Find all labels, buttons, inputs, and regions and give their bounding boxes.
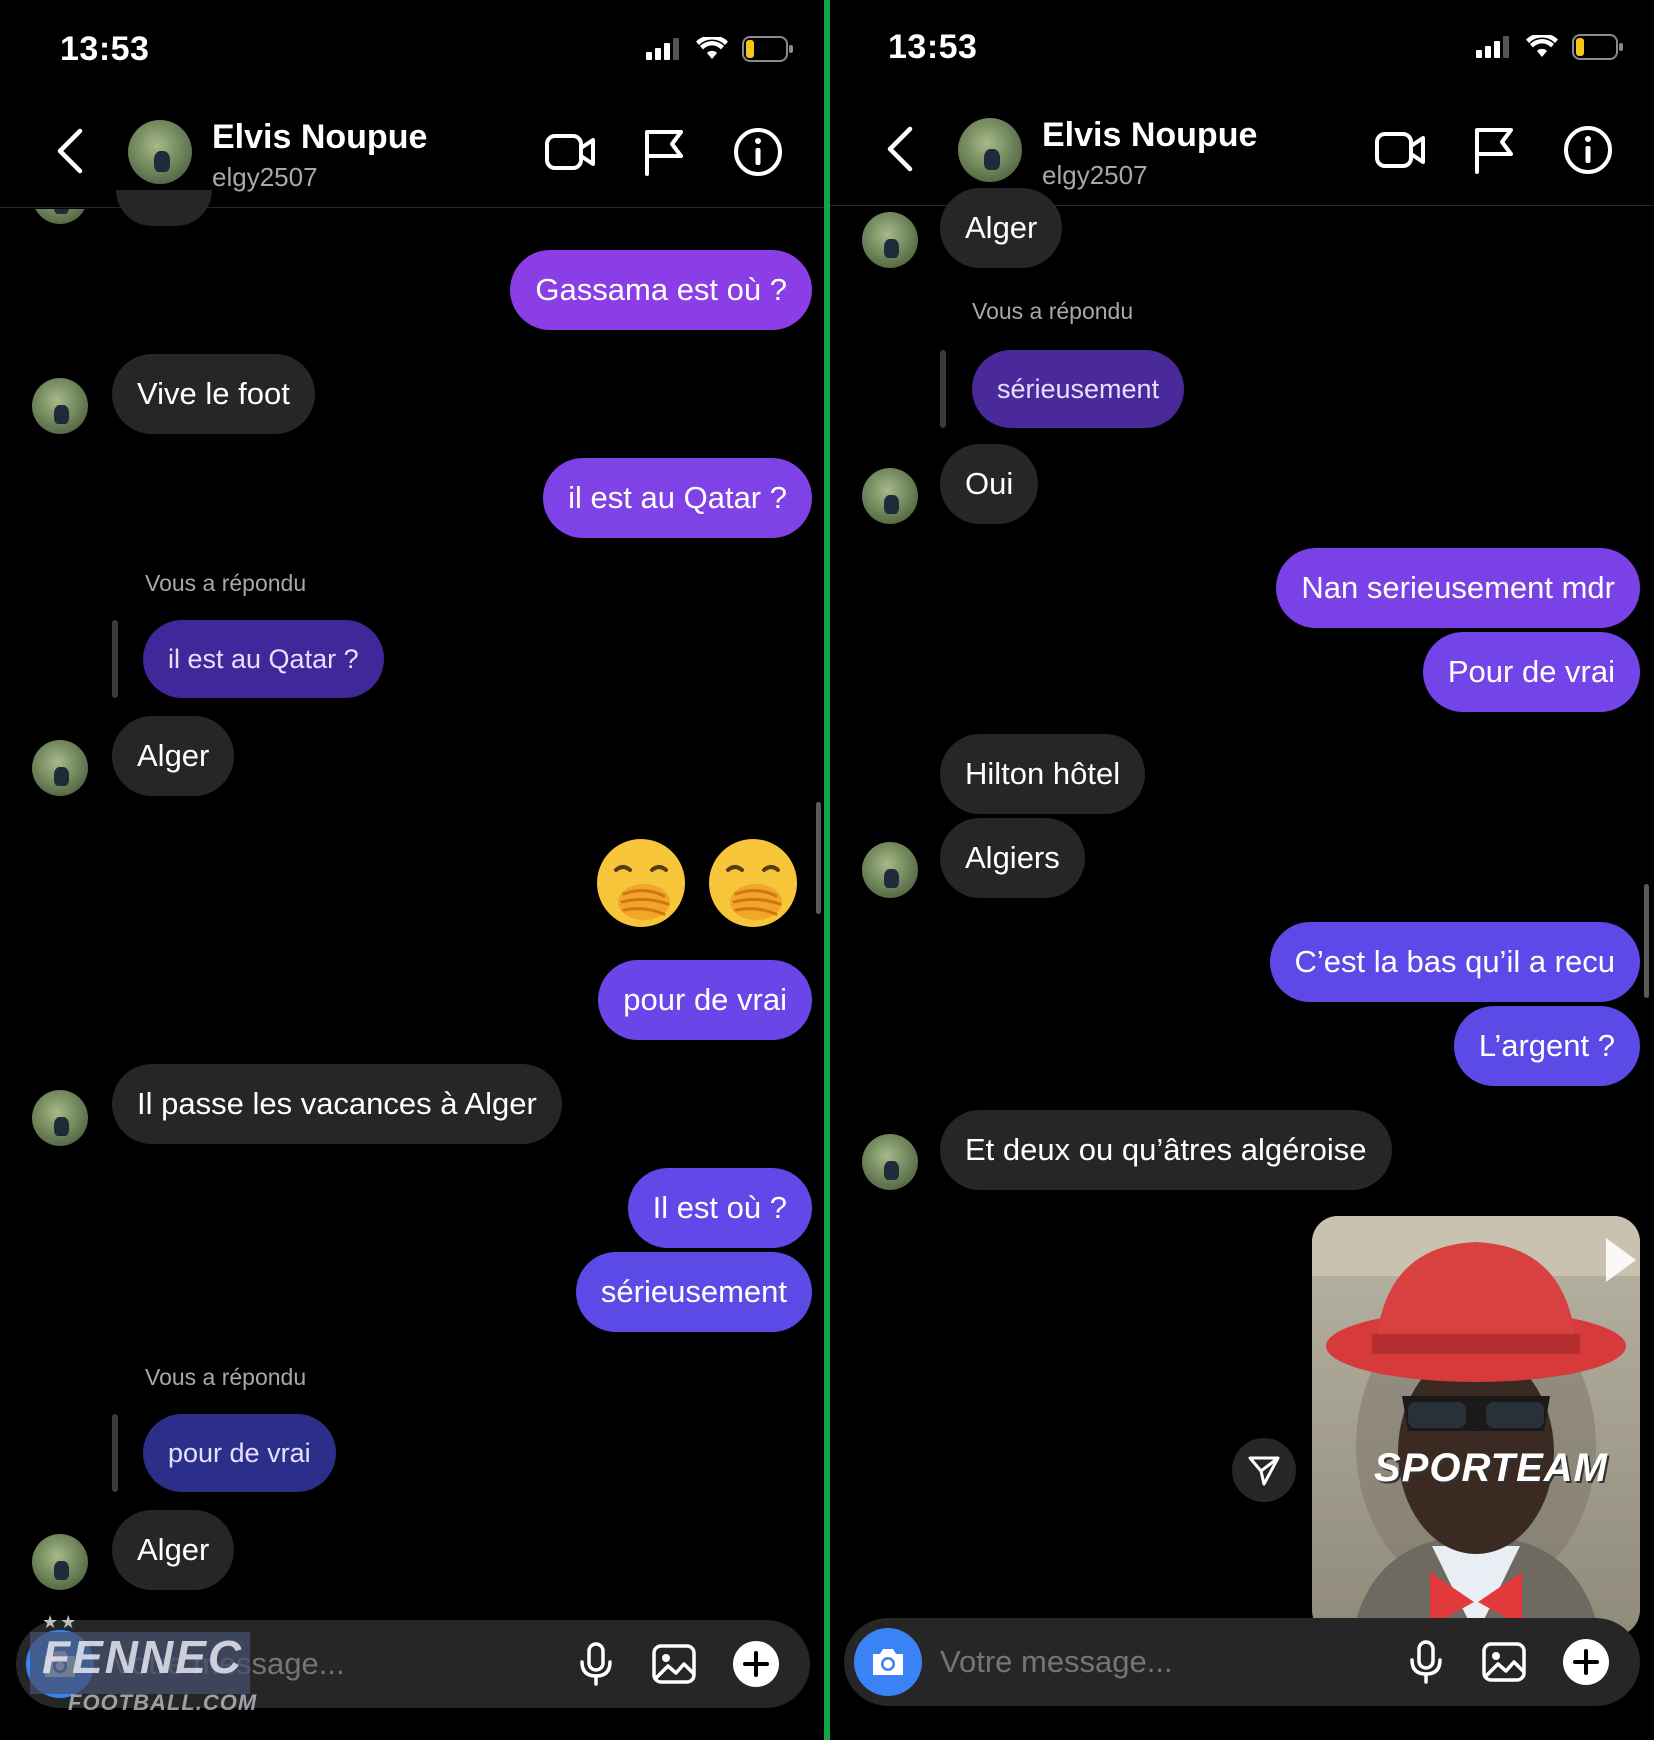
back-arrow-icon[interactable] (880, 124, 920, 174)
outgoing-message[interactable]: C’est la bas qu’il a recu (1269, 922, 1640, 1002)
reply-label: Vous a répondu (145, 570, 307, 596)
chat-header: Elvis Noupue elgy2507 (830, 98, 1654, 206)
status-icons (646, 36, 794, 62)
microphone-icon[interactable] (572, 1640, 620, 1688)
contact-avatar-small (32, 1090, 88, 1146)
back-arrow-icon[interactable] (50, 126, 90, 176)
add-plus-icon[interactable] (732, 1640, 780, 1688)
info-icon[interactable] (1562, 124, 1614, 176)
contact-username[interactable]: elgy2507 (212, 162, 318, 193)
scrollbar[interactable] (816, 802, 821, 914)
reply-label: Vous a répondu (972, 298, 1134, 324)
watermark-site: FOOTBALL.COM (68, 1690, 258, 1715)
outgoing-message[interactable]: Pour de vrai (1422, 632, 1640, 712)
contact-avatar-small (32, 378, 88, 434)
status-bar: 13:53 (830, 0, 1654, 100)
cellular-signal-icon (1476, 36, 1509, 58)
hand-over-mouth-emoji-icon[interactable] (706, 836, 800, 930)
contact-avatar-small (862, 842, 918, 898)
status-time: 13:53 (888, 28, 978, 66)
battery-icon (742, 36, 793, 62)
wifi-icon (1526, 35, 1558, 57)
video-call-icon[interactable] (1374, 124, 1426, 176)
camera-button[interactable] (854, 1628, 922, 1696)
replied-message[interactable]: il est au Qatar ? (143, 620, 384, 698)
contact-avatar[interactable] (128, 120, 192, 184)
status-icons (1476, 34, 1624, 60)
contact-name[interactable]: Elvis Noupue (1042, 116, 1257, 155)
contact-name[interactable]: Elvis Noupue (212, 118, 427, 157)
incoming-message[interactable]: Algiers (940, 818, 1085, 898)
scrollbar[interactable] (1644, 884, 1649, 998)
flag-report-icon[interactable] (638, 126, 690, 178)
contact-avatar-small (862, 212, 918, 268)
info-icon[interactable] (732, 126, 784, 178)
incoming-message[interactable]: Alger (940, 188, 1063, 268)
video-brand-overlay: SPORTEAM (1374, 1446, 1608, 1490)
replied-message[interactable]: pour de vrai (143, 1414, 336, 1492)
outgoing-message[interactable]: Il est où ? (627, 1168, 812, 1248)
gallery-image-icon[interactable] (650, 1640, 698, 1688)
contact-avatar[interactable] (958, 118, 1022, 182)
outgoing-message[interactable]: Nan serieusement mdr (1276, 548, 1640, 628)
outgoing-message[interactable]: sérieusement (575, 1252, 812, 1332)
contact-avatar-small (862, 1134, 918, 1190)
incoming-message[interactable]: Et deux ou qu’âtres algéroise (940, 1110, 1392, 1190)
battery-icon (1572, 34, 1623, 60)
flag-report-icon[interactable] (1468, 124, 1520, 176)
incoming-message[interactable]: Hilton hôtel (940, 734, 1146, 814)
outgoing-message[interactable]: Gassama est où ? (510, 250, 812, 330)
partial-incoming-bubble (116, 190, 212, 226)
reply-label: Vous a répondu (145, 1364, 307, 1390)
replied-message[interactable]: sérieusement (972, 350, 1185, 428)
reply-quote-bar (112, 1414, 118, 1492)
outgoing-message[interactable]: pour de vrai (598, 960, 812, 1040)
outgoing-message[interactable]: L’argent ? (1453, 1006, 1640, 1086)
incoming-message[interactable]: Alger (112, 1510, 235, 1590)
send-paper-plane-icon (1248, 1456, 1280, 1486)
message-input[interactable] (940, 1618, 1360, 1706)
reply-quote-bar (112, 620, 118, 698)
status-time: 13:53 (60, 30, 150, 68)
reply-quote-bar (940, 350, 946, 428)
incoming-message[interactable]: Il passe les vacances à Alger (112, 1064, 562, 1144)
video-thumbnail-image (1312, 1216, 1640, 1636)
shared-video-thumbnail[interactable]: SPORTEAM (1312, 1216, 1640, 1636)
wifi-icon (696, 37, 728, 59)
video-call-icon[interactable] (544, 126, 596, 178)
hand-over-mouth-emoji-icon[interactable] (594, 836, 688, 930)
microphone-icon[interactable] (1402, 1638, 1450, 1686)
watermark-brand: FENNEC (42, 1631, 244, 1683)
status-bar: 13:53 (0, 0, 824, 100)
add-plus-icon[interactable] (1562, 1638, 1610, 1686)
camera-icon (873, 1649, 903, 1675)
cellular-signal-icon (646, 38, 679, 60)
contact-avatar-small (862, 468, 918, 524)
share-send-button[interactable] (1232, 1438, 1296, 1502)
contact-avatar-small (32, 1534, 88, 1590)
chat-screen-left: 13:53 Elvis Noupue elgy2507 Gassama est … (0, 0, 824, 1740)
contact-avatar-small (32, 740, 88, 796)
incoming-message[interactable]: Vive le foot (112, 354, 315, 434)
gallery-image-icon[interactable] (1480, 1638, 1528, 1686)
site-watermark-logo: ★★ FENNEC FOOTBALL.COM (12, 1612, 262, 1722)
chat-screen-right: 13:53 Elvis Noupue elgy2507 Alger Vous a… (830, 0, 1654, 1740)
message-composer (844, 1618, 1640, 1706)
incoming-message[interactable]: Oui (940, 444, 1039, 524)
incoming-message[interactable]: Alger (112, 716, 235, 796)
contact-username[interactable]: elgy2507 (1042, 160, 1148, 191)
outgoing-message[interactable]: il est au Qatar ? (543, 458, 812, 538)
